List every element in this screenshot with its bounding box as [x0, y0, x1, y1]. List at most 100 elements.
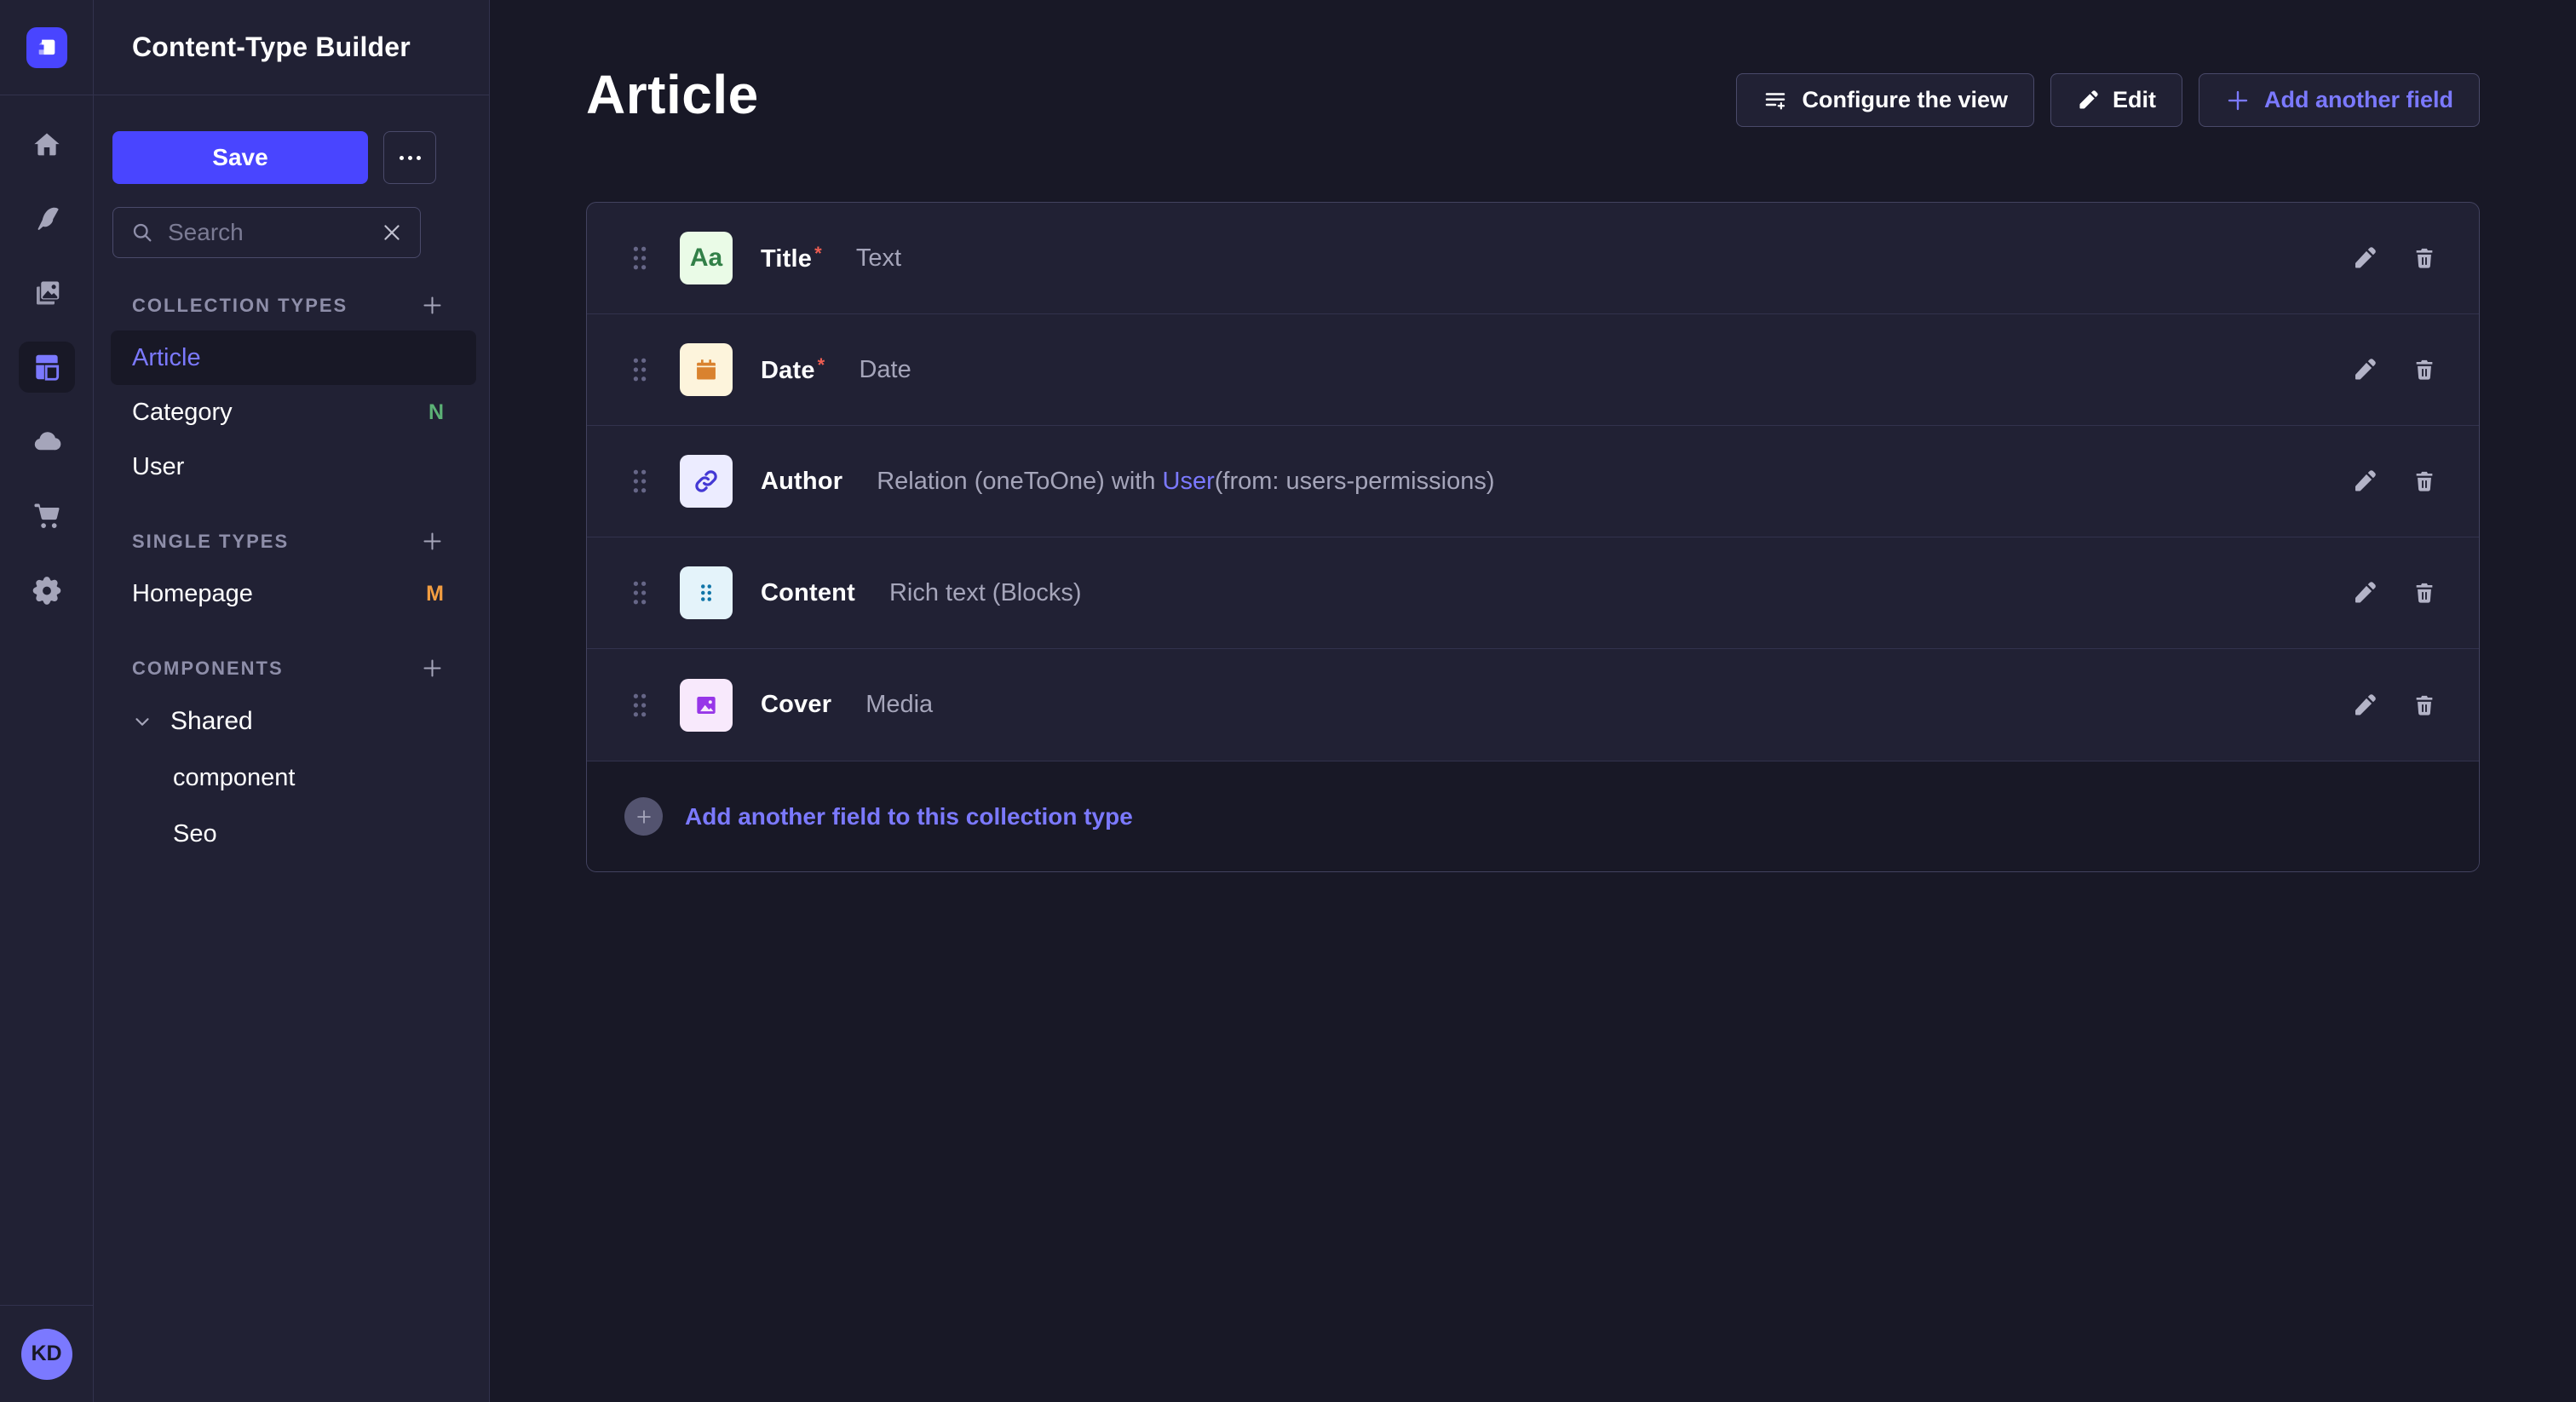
- field-type: Date: [859, 356, 911, 384]
- nav-cloud[interactable]: [19, 416, 75, 467]
- add-field-row-label: Add another field to this collection typ…: [685, 803, 1133, 830]
- drag-handle[interactable]: [630, 353, 649, 387]
- single-types-label: SINGLE TYPES: [132, 531, 289, 553]
- rail-footer: KD: [0, 1305, 93, 1402]
- add-another-field-button[interactable]: Add another field: [2199, 73, 2480, 127]
- field-type: Media: [865, 691, 933, 719]
- delete-field-button[interactable]: [2412, 693, 2436, 717]
- sidebar-item-category[interactable]: Category N: [111, 385, 476, 440]
- trash-icon: [2412, 246, 2436, 270]
- nav-settings[interactable]: [19, 564, 75, 615]
- configure-view-button[interactable]: Configure the view: [1736, 73, 2034, 127]
- delete-field-button[interactable]: [2412, 469, 2436, 493]
- components-label: COMPONENTS: [132, 658, 284, 680]
- add-component-button[interactable]: [421, 657, 444, 680]
- delete-field-button[interactable]: [2412, 358, 2436, 382]
- blocks-field-icon: [680, 566, 733, 619]
- field-row-author: Author Relation (oneToOne) with User(fro…: [587, 426, 2479, 537]
- edit-field-button[interactable]: [2352, 580, 2378, 606]
- drag-handle[interactable]: [630, 464, 649, 498]
- media-library-icon: [32, 278, 62, 308]
- drag-handle[interactable]: [630, 241, 649, 275]
- field-type: Rich text (Blocks): [889, 579, 1082, 607]
- pencil-icon: [2352, 580, 2378, 606]
- edit-field-button[interactable]: [2352, 357, 2378, 382]
- main-nav-rail: KD: [0, 0, 94, 1402]
- field-type: Relation (oneToOne) with User(from: user…: [877, 468, 1494, 496]
- more-actions-button[interactable]: [383, 131, 436, 184]
- item-label: Homepage: [132, 580, 253, 608]
- relation-target-link[interactable]: User: [1163, 468, 1215, 495]
- nav-home[interactable]: [19, 119, 75, 170]
- pencil-icon: [2352, 245, 2378, 271]
- gear-icon: [31, 573, 63, 606]
- drag-handle[interactable]: [630, 688, 649, 722]
- search-box[interactable]: [112, 207, 421, 258]
- user-avatar[interactable]: KD: [21, 1329, 72, 1380]
- field-type: Text: [856, 244, 901, 273]
- pencil-icon: [2352, 357, 2378, 382]
- required-asterisk: *: [818, 354, 825, 376]
- item-label: Article: [132, 344, 201, 372]
- sidebar-item-article[interactable]: Article: [111, 330, 476, 385]
- trash-icon: [2412, 693, 2436, 717]
- media-field-icon: [680, 679, 733, 732]
- search-input[interactable]: [168, 219, 367, 246]
- edit-button[interactable]: Edit: [2050, 73, 2182, 127]
- nav-marketplace[interactable]: [19, 490, 75, 541]
- page-title: Article: [586, 61, 759, 128]
- plus-icon: [421, 294, 444, 317]
- single-types-header: SINGLE TYPES: [111, 530, 476, 553]
- sidebar-item-seo[interactable]: Seo: [111, 806, 476, 862]
- edit-label: Edit: [2113, 87, 2156, 113]
- clear-search-icon[interactable]: [381, 221, 403, 244]
- plus-circle-icon: [624, 797, 663, 836]
- nav-content-manager[interactable]: [19, 193, 75, 244]
- sidebar-header: Content-Type Builder: [94, 0, 489, 95]
- new-badge: N: [428, 400, 444, 425]
- nav-media-library[interactable]: [19, 267, 75, 319]
- pencil-icon: [2077, 89, 2099, 112]
- date-field-icon: [680, 343, 733, 396]
- page-header: Article Configure the view Edit Add anot…: [586, 61, 2480, 128]
- sidebar-item-user[interactable]: User: [111, 440, 476, 494]
- delete-field-button[interactable]: [2412, 581, 2436, 605]
- field-row-content: Content Rich text (Blocks): [587, 537, 2479, 649]
- drag-handle[interactable]: [630, 576, 649, 610]
- collection-types-label: COLLECTION TYPES: [132, 295, 348, 317]
- sidebar-item-component[interactable]: component: [111, 750, 476, 806]
- plus-icon: [2225, 88, 2251, 113]
- nav-content-type-builder[interactable]: [19, 342, 75, 393]
- edit-field-button[interactable]: [2352, 468, 2378, 494]
- plugin-sidebar: Content-Type Builder Save COLLECTION TYP…: [94, 0, 490, 1402]
- strapi-logo[interactable]: [26, 27, 67, 68]
- configure-view-label: Configure the view: [1802, 87, 2008, 113]
- sidebar-body: Save COLLECTION TYPES Article: [94, 95, 489, 862]
- field-name: Content: [761, 579, 855, 607]
- content-type-builder-icon: [31, 351, 63, 383]
- add-collection-type-button[interactable]: [421, 294, 444, 317]
- add-another-field-label: Add another field: [2264, 87, 2453, 113]
- sidebar-actions: Save: [111, 131, 476, 184]
- item-label: User: [132, 453, 184, 481]
- pencil-icon: [2352, 468, 2378, 494]
- sidebar-item-homepage[interactable]: Homepage M: [111, 566, 476, 621]
- edit-field-button[interactable]: [2352, 692, 2378, 718]
- add-single-type-button[interactable]: [421, 530, 444, 553]
- field-name: Author: [761, 468, 842, 496]
- component-group-shared[interactable]: Shared: [111, 693, 476, 750]
- trash-icon: [2412, 581, 2436, 605]
- save-button[interactable]: Save: [112, 131, 368, 184]
- main-content: Article Configure the view Edit Add anot…: [490, 0, 2576, 1402]
- text-field-icon: Aa: [680, 232, 733, 284]
- pencil-icon: [2352, 692, 2378, 718]
- group-label: Shared: [170, 707, 253, 736]
- edit-field-button[interactable]: [2352, 245, 2378, 271]
- cloud-icon: [31, 425, 63, 457]
- add-field-row[interactable]: Add another field to this collection typ…: [587, 761, 2479, 871]
- ellipsis-icon: [400, 156, 404, 160]
- search-icon: [130, 221, 154, 244]
- delete-field-button[interactable]: [2412, 246, 2436, 270]
- item-label: component: [173, 764, 296, 792]
- modified-badge: M: [426, 582, 444, 606]
